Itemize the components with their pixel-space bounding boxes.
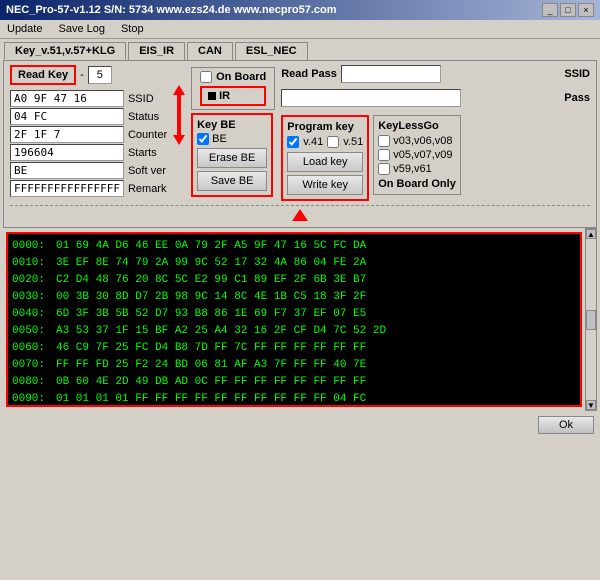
hex-line-8: 0080: 0B 60 4E 2D 49 DB AD 0C FF FF FF F…: [12, 374, 576, 391]
save-be-button[interactable]: Save BE: [197, 171, 267, 191]
hex-line-4: 0040: 6D 3F 3B 5B 52 D7 93 B8 86 1E 69 F…: [12, 306, 576, 323]
counter-value: 2F 1F 7: [10, 126, 124, 143]
scroll-up[interactable]: ▲: [586, 229, 596, 239]
tab-esl-nec[interactable]: ESL_NEC: [235, 42, 308, 60]
be-checkbox[interactable]: [197, 133, 209, 145]
hex-line-0: 0000: 01 69 4A D6 46 EE 0A 79 2F A5 9F 4…: [12, 238, 576, 255]
status-value: 04 FC: [10, 108, 124, 125]
keybe-title: Key BE: [197, 119, 267, 131]
separator: [10, 205, 590, 206]
pass-label: Pass: [564, 92, 590, 104]
arrow-down-icon: [173, 135, 185, 145]
hex-line-5: 0050: A3 53 37 1F 15 BF A2 25 A4 32 16 2…: [12, 323, 576, 340]
title-bar: NEC_Pro-57-v1.12 S/N: 5734 www.ezs24.de …: [0, 0, 600, 20]
remark-label: Remark: [128, 183, 167, 195]
bottom-bar: Ok: [0, 413, 600, 437]
onboard-only-label: On Board Only: [378, 178, 456, 190]
tab-main[interactable]: Key_v.51,v.57+KLG: [4, 42, 126, 60]
menu-stop[interactable]: Stop: [118, 22, 147, 36]
ssid-right-label: SSID: [564, 68, 590, 80]
keylessgo-v05-checkbox[interactable]: [378, 149, 390, 161]
read-key-button[interactable]: Read Key: [10, 65, 76, 85]
hex-line-3: 0030: 00 3B 30 8D D7 2B 98 9C 14 8C 4E 1…: [12, 289, 576, 306]
erase-be-button[interactable]: Erase BE: [197, 148, 267, 168]
keylessgo-title: KeyLessGo: [378, 120, 456, 132]
programkey-section: Program key v.41 v.51 Load key Write key: [281, 115, 369, 201]
v51-label: v.51: [343, 136, 363, 148]
hex-line-6: 0060: 46 C9 7F 25 FC D4 B8 7D FF 7C FF F…: [12, 340, 576, 357]
tab-bar: Key_v.51,v.57+KLG EIS_IR CAN ESL_NEC: [0, 39, 600, 60]
read-pass-label: Read Pass: [281, 68, 337, 80]
window-controls[interactable]: _ □ ×: [542, 3, 594, 17]
hex-line-9: 0090: 01 01 01 01 FF FF FF FF FF FF FF F…: [12, 391, 576, 407]
keylessgo-section: KeyLessGo v03,v06,v08 v05,v07,v09 v59,v6…: [373, 115, 461, 195]
keylessgo-v03-checkbox[interactable]: [378, 135, 390, 147]
hex-scrollbar[interactable]: ▲ ▼: [585, 228, 597, 411]
v41-checkbox[interactable]: [287, 136, 299, 148]
scroll-down[interactable]: ▼: [586, 400, 596, 410]
ir-indicator: [208, 92, 216, 100]
menu-bar: Update Save Log Stop: [0, 20, 600, 39]
scroll-thumb[interactable]: [586, 310, 596, 330]
ir-label: IR: [219, 90, 230, 102]
hex-line-7: 0070: FF FF FD 25 F2 24 BD 06 81 AF A3 7…: [12, 357, 576, 374]
write-key-button[interactable]: Write key: [287, 175, 363, 195]
softver-value: BE: [10, 162, 124, 179]
menu-update[interactable]: Update: [4, 22, 45, 36]
bottom-arrow: [292, 209, 308, 221]
counter-label: Counter: [128, 129, 167, 141]
ssid-input[interactable]: [281, 89, 461, 107]
hex-display: 0000: 01 69 4A D6 46 EE 0A 79 2F A5 9F 4…: [6, 232, 582, 407]
ok-button[interactable]: Ok: [538, 416, 594, 434]
main-content: Read Key - A0 9F 47 16 04 FC 2F 1F 7 196…: [3, 60, 597, 228]
load-key-button[interactable]: Load key: [287, 152, 363, 172]
minimize-button[interactable]: _: [542, 3, 558, 17]
starts-value: 196604: [10, 144, 124, 161]
status-label: Status: [128, 111, 167, 123]
arrow-shaft: [177, 95, 181, 135]
onboard-checkbox[interactable]: [200, 71, 212, 83]
keylessgo-opt1: v03,v06,v08: [393, 135, 452, 147]
tab-can[interactable]: CAN: [187, 42, 233, 60]
v51-checkbox[interactable]: [327, 136, 339, 148]
remark-value: FFFFFFFFFFFFFFFF: [10, 180, 124, 197]
softver-label: Soft ver: [128, 165, 167, 177]
ssid-value: A0 9F 47 16: [10, 90, 124, 107]
keylessgo-v59-checkbox[interactable]: [378, 163, 390, 175]
programkey-title: Program key: [287, 121, 363, 133]
arrow-up-icon: [173, 85, 185, 95]
maximize-button[interactable]: □: [560, 3, 576, 17]
keybe-section: Key BE BE Erase BE Save BE: [191, 113, 273, 197]
keylessgo-opt2: v05,v07,v09: [393, 149, 452, 161]
tab-eis-ir[interactable]: EIS_IR: [128, 42, 185, 60]
ssid-label: SSID: [128, 93, 167, 105]
starts-label: Starts: [128, 147, 167, 159]
read-key-number[interactable]: [88, 66, 112, 84]
window-title: NEC_Pro-57-v1.12 S/N: 5734 www.ezs24.de …: [6, 4, 337, 16]
v41-label: v.41: [303, 136, 323, 148]
hex-line-1: 0010: 3E EF 8E 74 79 2A 99 9C 52 17 32 4…: [12, 255, 576, 272]
read-pass-input[interactable]: [341, 65, 441, 83]
be-label: BE: [212, 133, 227, 145]
ir-button[interactable]: IR: [200, 86, 266, 106]
onboard-label: On Board: [216, 71, 266, 83]
keylessgo-opt3: v59,v61: [393, 163, 432, 175]
close-button[interactable]: ×: [578, 3, 594, 17]
hex-line-2: 0020: C2 D4 48 76 20 8C 5C E2 99 C1 89 E…: [12, 272, 576, 289]
menu-savelog[interactable]: Save Log: [55, 22, 107, 36]
